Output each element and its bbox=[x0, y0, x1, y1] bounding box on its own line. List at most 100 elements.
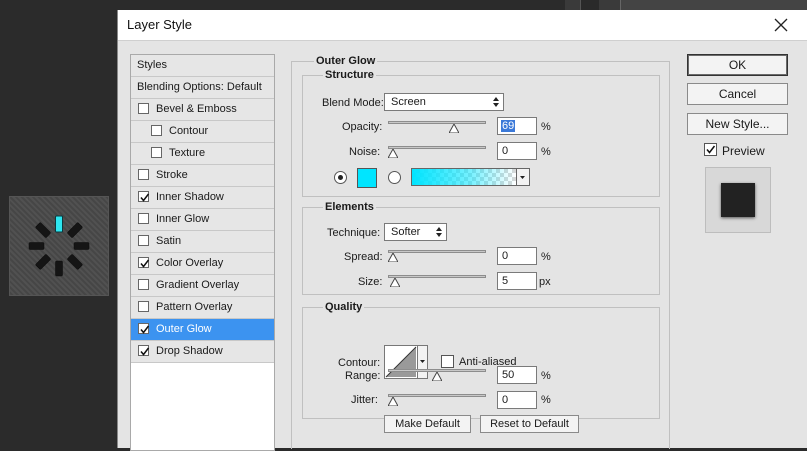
size-input[interactable]: 5 bbox=[497, 272, 537, 290]
style-enable-checkbox[interactable] bbox=[138, 191, 150, 202]
opacity-value: 69 bbox=[501, 120, 516, 132]
styles-list-item[interactable]: Bevel & Emboss bbox=[131, 99, 274, 121]
noise-slider[interactable] bbox=[388, 145, 486, 158]
blend-mode-select[interactable]: Screen bbox=[384, 93, 504, 111]
opacity-input[interactable]: 69 bbox=[497, 117, 537, 135]
style-enable-checkbox[interactable] bbox=[138, 169, 149, 180]
triangle-thumb-icon[interactable] bbox=[390, 278, 400, 287]
new-style-button[interactable]: New Style... bbox=[687, 113, 788, 135]
styles-list-item[interactable]: Gradient Overlay bbox=[131, 275, 274, 297]
style-enable-checkbox[interactable] bbox=[138, 257, 150, 268]
size-slider-track bbox=[388, 275, 486, 278]
style-enable-checkbox[interactable] bbox=[151, 125, 162, 136]
style-enable-checkbox[interactable] bbox=[138, 301, 149, 312]
style-enable-checkbox[interactable] bbox=[138, 345, 150, 356]
technique-value: Softer bbox=[391, 226, 421, 238]
outer-glow-title: Outer Glow bbox=[314, 55, 378, 67]
styles-list-item[interactable]: Inner Shadow bbox=[131, 187, 274, 209]
opacity-label: Opacity: bbox=[342, 121, 383, 133]
range-slider[interactable] bbox=[388, 368, 486, 381]
styles-list-item[interactable]: Outer Glow bbox=[131, 319, 274, 341]
jitter-input[interactable]: 0 bbox=[497, 391, 537, 409]
style-item-label: Texture bbox=[169, 147, 206, 159]
gradient-dropdown-button[interactable] bbox=[517, 168, 530, 186]
noise-input[interactable]: 0 bbox=[497, 142, 537, 160]
noise-unit: % bbox=[541, 146, 551, 158]
style-item-label: Drop Shadow bbox=[156, 345, 223, 357]
close-button[interactable] bbox=[771, 15, 791, 35]
spread-value: 0 bbox=[502, 250, 509, 262]
style-enable-checkbox[interactable] bbox=[138, 103, 149, 114]
blend-mode-value: Screen bbox=[391, 96, 426, 108]
dialog-titlebar[interactable]: Layer Style bbox=[118, 10, 807, 40]
styles-header-label: Styles bbox=[137, 59, 167, 71]
styles-list-item[interactable]: Pattern Overlay bbox=[131, 297, 274, 319]
make-default-button[interactable]: Make Default bbox=[384, 415, 471, 433]
range-input[interactable]: 50 bbox=[497, 366, 537, 384]
checkmark-icon bbox=[140, 259, 150, 268]
reset-to-default-button[interactable]: Reset to Default bbox=[480, 415, 579, 433]
style-item-label: Contour bbox=[169, 125, 209, 137]
style-enable-checkbox[interactable] bbox=[138, 235, 149, 246]
noise-slider-track bbox=[388, 146, 486, 149]
styles-list-item[interactable]: Texture bbox=[131, 143, 274, 165]
size-slider[interactable] bbox=[388, 274, 486, 287]
spread-slider[interactable] bbox=[388, 249, 486, 262]
size-value: 5 bbox=[502, 275, 509, 287]
style-enable-checkbox[interactable] bbox=[138, 323, 150, 334]
range-value: 50 bbox=[502, 369, 515, 381]
styles-list-item[interactable]: Drop Shadow bbox=[131, 341, 274, 363]
style-item-label: Inner Shadow bbox=[156, 191, 224, 203]
technique-select[interactable]: Softer bbox=[384, 223, 447, 241]
opacity-slider-track bbox=[388, 121, 486, 124]
gradient-radio[interactable] bbox=[388, 171, 401, 184]
triangle-thumb-icon[interactable] bbox=[388, 253, 398, 262]
triangle-thumb-icon[interactable] bbox=[449, 124, 459, 133]
spread-unit: % bbox=[541, 251, 551, 263]
checkmark-icon bbox=[140, 347, 150, 356]
noise-label: Noise: bbox=[349, 146, 381, 158]
quality-title: Quality bbox=[323, 301, 365, 313]
make-default-label: Make Default bbox=[395, 418, 460, 430]
style-item-label: Stroke bbox=[156, 169, 188, 181]
dialog-title: Layer Style bbox=[127, 17, 193, 32]
style-item-label: Blending Options: Default bbox=[137, 81, 262, 93]
anti-aliased-checkbox[interactable] bbox=[441, 355, 454, 368]
spread-slider-track bbox=[388, 250, 486, 253]
technique-label: Technique: bbox=[327, 227, 381, 239]
jitter-slider[interactable] bbox=[388, 393, 486, 406]
triangle-thumb-icon[interactable] bbox=[388, 149, 398, 158]
style-enable-checkbox[interactable] bbox=[138, 279, 149, 290]
style-item-label: Satin bbox=[156, 235, 182, 247]
styles-list: Styles Blending Options: Default Bevel & … bbox=[130, 54, 275, 451]
glow-color-swatch[interactable] bbox=[357, 168, 377, 188]
style-enable-checkbox[interactable] bbox=[138, 213, 149, 224]
styles-list-item[interactable]: Stroke bbox=[131, 165, 274, 187]
triangle-thumb-icon[interactable] bbox=[388, 397, 398, 406]
styles-list-item[interactable]: Blending Options: Default bbox=[131, 77, 274, 99]
styles-list-item[interactable]: Color Overlay bbox=[131, 253, 274, 275]
contour-label: Contour: bbox=[338, 357, 381, 369]
glow-gradient-swatch[interactable] bbox=[411, 168, 517, 186]
dialog-body: Styles Blending Options: Default Bevel & … bbox=[118, 40, 807, 451]
jitter-unit: % bbox=[541, 394, 551, 406]
updown-arrow-icon bbox=[493, 97, 499, 107]
triangle-thumb-icon[interactable] bbox=[432, 372, 442, 381]
opacity-slider[interactable] bbox=[388, 120, 486, 133]
color-radio[interactable] bbox=[334, 171, 347, 184]
elements-title: Elements bbox=[323, 201, 376, 213]
styles-list-header[interactable]: Styles bbox=[131, 55, 274, 77]
jitter-slider-track bbox=[388, 394, 486, 397]
styles-list-item[interactable]: Satin bbox=[131, 231, 274, 253]
styles-list-item[interactable]: Inner Glow bbox=[131, 209, 274, 231]
updown-arrow-icon bbox=[436, 227, 442, 237]
style-enable-checkbox[interactable] bbox=[151, 147, 162, 158]
opacity-unit: % bbox=[541, 121, 551, 133]
styles-list-items: Blending Options: Default Bevel & Emboss C… bbox=[131, 77, 274, 363]
cancel-button[interactable]: Cancel bbox=[687, 83, 788, 105]
style-item-label: Pattern Overlay bbox=[156, 301, 233, 313]
spread-input[interactable]: 0 bbox=[497, 247, 537, 265]
styles-list-item[interactable]: Contour bbox=[131, 121, 274, 143]
ok-button[interactable]: OK bbox=[687, 54, 788, 76]
preview-checkbox[interactable] bbox=[704, 143, 717, 156]
